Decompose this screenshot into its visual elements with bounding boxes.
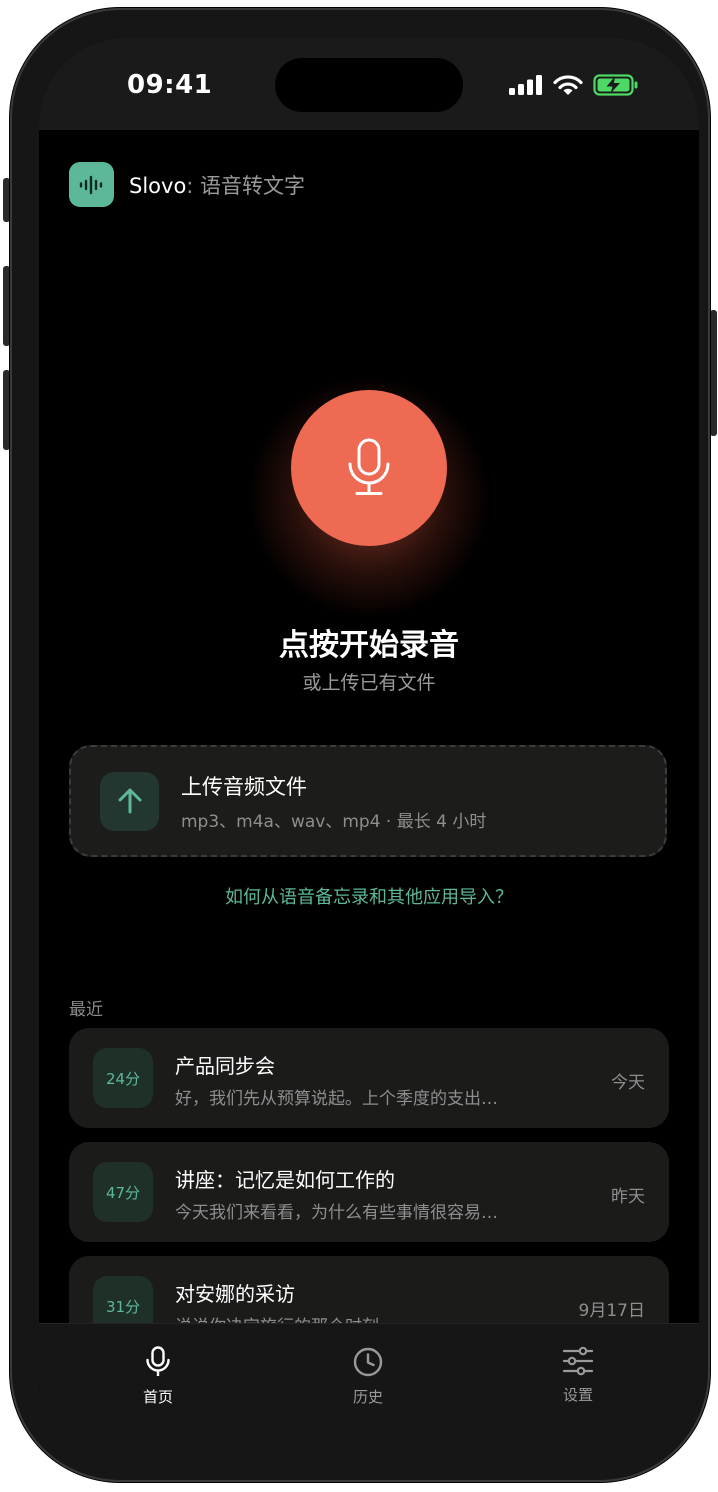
recent-item[interactable]: 47分 讲座：记忆是如何工作的 今天我们来看看，为什么有些事情很容易… 昨天: [69, 1142, 669, 1242]
tab-history-label: 历史: [352, 1388, 383, 1406]
phone-frame: 09:41 Slovo: 语音转文字 点按开始录音 或上传已有文件 上传音频文件…: [10, 8, 710, 1482]
volume-down-button: [3, 370, 10, 450]
recent-item-title: 对安娜的采访: [175, 1282, 295, 1306]
action-button: [3, 178, 10, 222]
upload-audio-button[interactable]: 上传音频文件 mp3、m4a、wav、mp4 · 最长 4 小时: [69, 745, 667, 857]
wifi-icon: [553, 74, 583, 95]
recent-item-preview: 今天我们来看看，为什么有些事情很容易…: [175, 1203, 498, 1223]
app-header: Slovo: 语音转文字: [69, 162, 305, 207]
recent-item-title: 产品同步会: [175, 1054, 275, 1078]
record-title: 点按开始录音: [279, 628, 459, 663]
status-time: 09:41: [127, 70, 213, 100]
recent-item-date: 今天: [611, 1073, 645, 1093]
signal-icon: [509, 75, 542, 95]
app-name: Slovo: [129, 173, 187, 198]
tab-bar: 首页 历史 设置: [39, 1323, 699, 1468]
tab-home[interactable]: 首页: [98, 1346, 218, 1407]
recent-item-date: 9月17日: [578, 1301, 645, 1321]
app-subtitle: : 语音转文字: [186, 173, 306, 198]
record-subtitle: 或上传已有文件: [302, 672, 436, 694]
arrow-up-icon: [100, 771, 159, 831]
recent-item-title: 讲座：记忆是如何工作的: [175, 1168, 395, 1192]
waveform-icon: [69, 162, 114, 207]
recent-item-date: 昨天: [611, 1187, 645, 1207]
upload-texts: 上传音频文件 mp3、m4a、wav、mp4 · 最长 4 小时: [181, 771, 486, 832]
microphone-icon: [348, 438, 390, 495]
screen: 09:41 Slovo: 语音转文字 点按开始录音 或上传已有文件 上传音频文件…: [39, 38, 699, 1468]
recent-item[interactable]: 24分 产品同步会 好，我们先从预算说起。上个季度的支出… 今天: [69, 1028, 669, 1128]
app-title: Slovo: 语音转文字: [129, 170, 305, 200]
volume-up-button: [3, 266, 10, 346]
tab-settings[interactable]: 设置: [518, 1346, 638, 1405]
tab-settings-label: 设置: [562, 1386, 593, 1404]
dynamic-island: [275, 58, 463, 112]
tab-history[interactable]: 历史: [308, 1346, 428, 1407]
status-icons: [509, 74, 639, 96]
status-bar: 09:41: [39, 38, 699, 130]
battery-charging-icon: [593, 74, 638, 96]
tab-home-label: 首页: [142, 1388, 173, 1406]
upload-title: 上传音频文件: [181, 774, 307, 799]
record-button[interactable]: [291, 390, 447, 546]
clock-icon: [353, 1347, 383, 1377]
power-button: [710, 310, 717, 436]
import-help-link[interactable]: 如何从语音备忘录和其他应用导入？: [39, 883, 699, 909]
microphone-icon: [146, 1346, 170, 1376]
recent-section-label: 最近: [69, 1000, 103, 1020]
upload-formats: mp3、m4a、wav、mp4 · 最长 4 小时: [181, 811, 487, 832]
duration-badge: 47分: [93, 1162, 153, 1222]
recent-item-preview: 好，我们先从预算说起。上个季度的支出…: [175, 1089, 498, 1109]
sliders-icon: [562, 1346, 594, 1376]
duration-badge: 24分: [93, 1048, 153, 1108]
recent-list: 24分 产品同步会 好，我们先从预算说起。上个季度的支出… 今天 47分 讲座：…: [69, 1028, 669, 1370]
